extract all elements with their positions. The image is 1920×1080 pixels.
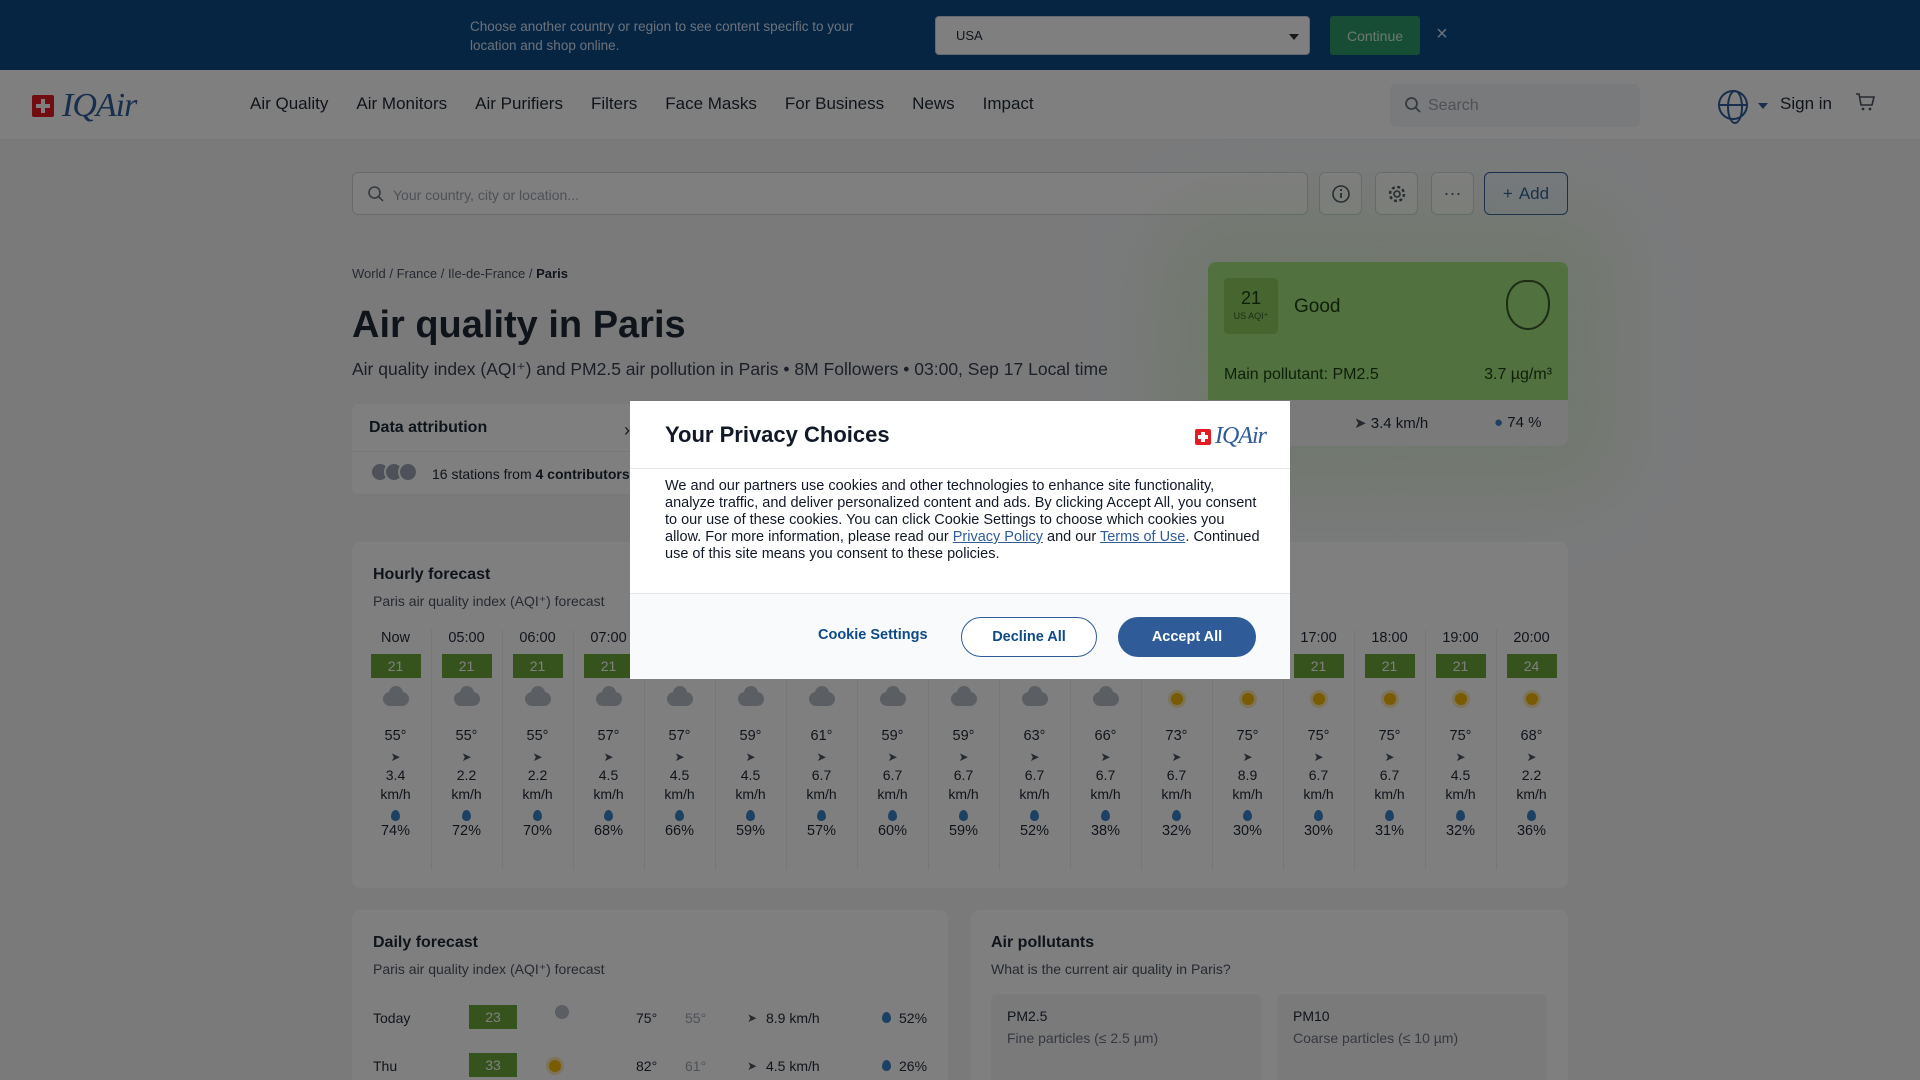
privacy-body-text: and our	[1042, 529, 1100, 545]
privacy-modal-footer: Cookie Settings Decline All Accept All	[630, 593, 1290, 679]
accept-all-button[interactable]: Accept All	[1118, 617, 1256, 657]
swiss-cross-icon	[1195, 428, 1211, 445]
privacy-modal-body: We and our partners use cookies and othe…	[665, 478, 1260, 563]
privacy-policy-link[interactable]: Privacy Policy	[953, 529, 1043, 545]
modal-logo-text: IQAir	[1215, 423, 1267, 449]
privacy-choices-modal: Your Privacy Choices IQAir We and our pa…	[630, 401, 1290, 679]
divider	[630, 468, 1290, 469]
decline-all-button[interactable]: Decline All	[961, 617, 1097, 657]
modal-logo: IQAir	[1195, 423, 1267, 450]
cookie-settings-button[interactable]: Cookie Settings	[818, 627, 928, 643]
terms-of-use-link[interactable]: Terms of Use	[1100, 529, 1185, 545]
privacy-modal-title: Your Privacy Choices	[665, 422, 890, 447]
